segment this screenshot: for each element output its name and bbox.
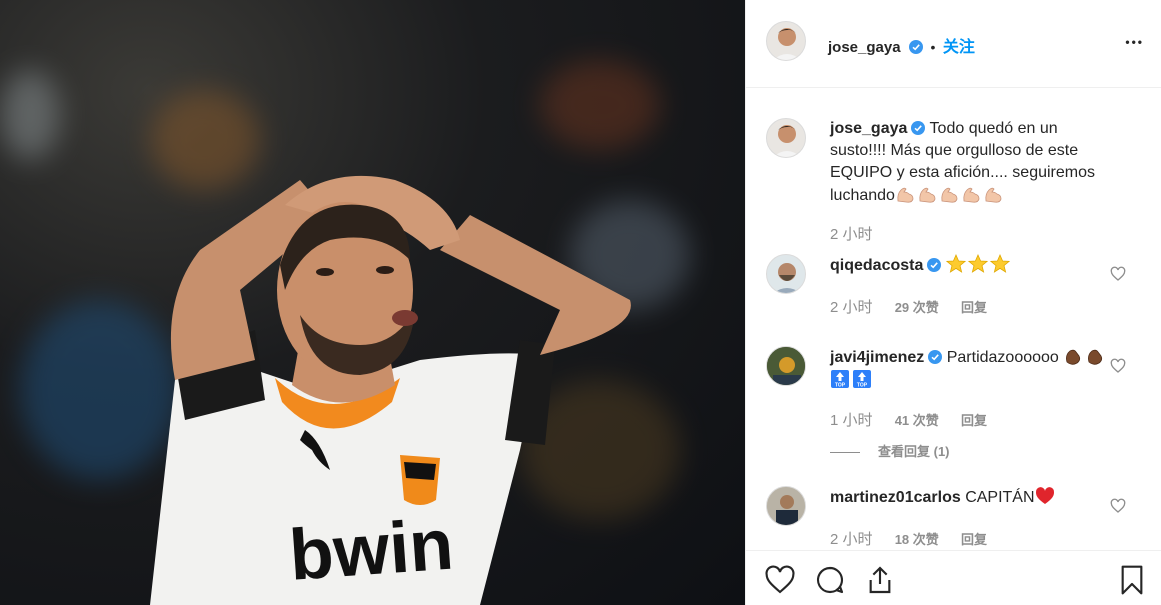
caption-text-block: jose_gaya Todo quedó en un susto!!!! Más… (830, 118, 1115, 207)
red-heart-emoji-icon (1035, 487, 1054, 504)
commenter-avatar[interactable] (766, 346, 806, 386)
comments-list: jose_gaya Todo quedó en un susto!!!! Más… (746, 88, 1161, 550)
comment-time[interactable]: 2 小时 (830, 531, 873, 548)
post-photo[interactable]: bwin (0, 0, 745, 605)
top-arrow-emoji-icon: TOP (831, 370, 849, 389)
star-emoji-icon (945, 254, 966, 273)
caption-meta: 2 小时 (830, 223, 891, 244)
comment-text-block: martinez01carlos CAPITÁN (830, 486, 1115, 509)
caption-username[interactable]: jose_gaya (830, 120, 907, 137)
bookmark-icon[interactable] (1116, 564, 1148, 596)
author-username[interactable]: jose_gaya (828, 39, 901, 56)
post-header: jose_gaya • 关注 ••• (746, 0, 1161, 88)
commenter-avatar[interactable] (766, 486, 806, 526)
view-replies-line (830, 452, 860, 454)
view-replies-button[interactable]: 查看回复 (1) (830, 441, 950, 460)
comment-text-block: qiqedacosta (830, 254, 1115, 277)
comment-time[interactable]: 1 小时 (830, 412, 873, 429)
flexed-biceps-emoji-icon (985, 187, 1002, 203)
comment-like-heart-icon[interactable] (1110, 266, 1126, 282)
comment-likes[interactable]: 41 次赞 (895, 413, 939, 428)
comment-time[interactable]: 2 小时 (830, 299, 873, 316)
author-avatar[interactable] (766, 21, 806, 61)
view-replies-label: 查看回复 (1) (878, 444, 950, 459)
avatar-face-icon (773, 263, 801, 293)
comment-emoji-group (945, 254, 1012, 274)
comment-text-block: javi4jimenez Partidazoooooo TOP TOP (830, 346, 1115, 392)
comment-text: CAPITÁN (965, 489, 1035, 506)
header-separator: • (930, 39, 936, 55)
comment-icon[interactable] (814, 564, 846, 596)
post-side-panel: jose_gaya • 关注 ••• jose_gaya Todo quedó … (745, 0, 1161, 605)
heart-icon[interactable] (764, 564, 796, 596)
star-emoji-icon (989, 254, 1010, 273)
flexed-biceps-emoji-icon (919, 187, 936, 203)
clapping-hands-emoji-icon (1066, 349, 1081, 365)
avatar-photo-icon (767, 487, 805, 525)
comment-likes[interactable]: 18 次赞 (895, 532, 939, 547)
post-action-bar (746, 550, 1161, 605)
comment-meta: 2 小时 29 次赞 回复 (830, 296, 1005, 317)
follow-button[interactable]: 关注 (943, 39, 975, 56)
comment-like-heart-icon[interactable] (1110, 498, 1126, 514)
more-options-icon: ••• (1125, 35, 1144, 49)
comment-username[interactable]: javi4jimenez (830, 349, 924, 366)
comment-emoji-group (1035, 487, 1057, 506)
top-arrow-emoji-icon: TOP (853, 370, 871, 389)
svg-text:TOP: TOP (857, 383, 868, 389)
comment-meta: 1 小时 41 次赞 回复 (830, 409, 1005, 430)
flexed-biceps-emoji-icon (963, 187, 980, 203)
more-options-button[interactable]: ••• (1125, 34, 1144, 49)
verified-badge-icon (909, 40, 923, 54)
reply-button[interactable]: 回复 (961, 300, 987, 315)
reply-button[interactable]: 回复 (961, 532, 987, 547)
star-emoji-icon (967, 254, 988, 273)
caption-emoji-group (895, 187, 1005, 204)
caption-time[interactable]: 2 小时 (830, 226, 873, 243)
comment-likes[interactable]: 29 次赞 (895, 300, 939, 315)
comment-username[interactable]: qiqedacosta (830, 257, 923, 274)
verified-badge-icon (927, 258, 942, 272)
jersey-sponsor-text: bwin (287, 505, 456, 596)
flexed-biceps-emoji-icon (897, 187, 914, 203)
player-illustration: bwin (150, 175, 631, 605)
verified-badge-icon (928, 350, 943, 364)
flexed-biceps-emoji-icon (941, 187, 958, 203)
comment-like-heart-icon[interactable] (1110, 358, 1126, 374)
author-avatar[interactable] (766, 118, 806, 158)
commenter-avatar[interactable] (766, 254, 806, 294)
share-icon[interactable] (864, 564, 896, 596)
avatar-face-icon (773, 28, 801, 60)
comment-username[interactable]: martinez01carlos (830, 489, 961, 506)
comment-meta: 2 小时 18 次赞 回复 (830, 528, 1005, 549)
avatar-face-icon (773, 125, 801, 157)
svg-text:TOP: TOP (835, 383, 846, 389)
reply-button[interactable]: 回复 (961, 413, 987, 428)
comment-text: Partidazoooooo (946, 349, 1059, 366)
verified-badge-icon (911, 121, 926, 135)
avatar-photo-icon (767, 347, 805, 385)
clapping-hands-emoji-icon (1088, 349, 1103, 365)
